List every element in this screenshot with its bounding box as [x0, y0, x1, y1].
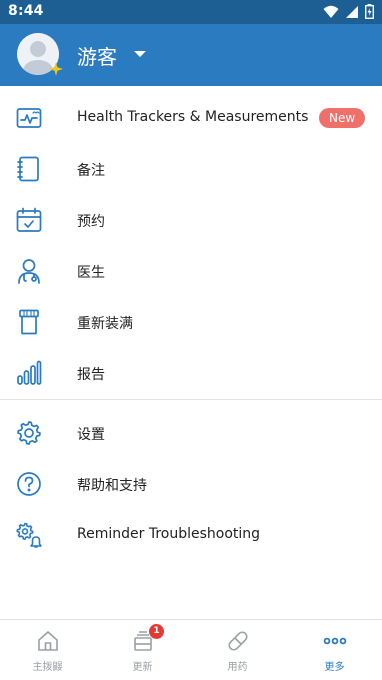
refill-bottle-icon: [19, 309, 39, 335]
doctor-icon: [18, 259, 40, 284]
signal-icon: [346, 5, 358, 18]
menu-item-label: 帮助和支持: [77, 478, 147, 494]
menu-item-label: 医生: [77, 265, 105, 281]
menu-item-notes[interactable]: 备注: [0, 144, 382, 195]
status-bar: 8:44: [0, 0, 382, 24]
help-icon: [17, 472, 41, 496]
profile-name[interactable]: 游客: [77, 41, 117, 70]
menu-item-label: Reminder Troubleshooting: [77, 526, 261, 542]
nav-item-more[interactable]: 更多: [287, 620, 382, 680]
nav-label: 更多: [324, 662, 345, 673]
reminder-gear-icon: [16, 522, 42, 548]
menu-item-reminder-troubleshooting[interactable]: Reminder Troubleshooting: [0, 510, 382, 561]
notes-icon: [17, 156, 39, 182]
menu-item-label: 重新装满: [77, 316, 133, 332]
bar-chart-icon: [17, 360, 42, 385]
menu-item-refill[interactable]: 重新装满: [0, 297, 382, 348]
menu-item-label: 备注: [77, 163, 105, 179]
updates-count-badge: 1: [149, 624, 164, 639]
nav-label: 更新: [132, 662, 153, 673]
pill-icon: [228, 631, 248, 651]
menu-item-appointments[interactable]: 预约: [0, 195, 382, 246]
home-icon: [38, 631, 58, 651]
battery-icon: [365, 4, 374, 19]
nav-item-home[interactable]: 主拨鼹: [0, 620, 95, 680]
nav-label: 主拨鼹: [32, 662, 63, 673]
menu-item-settings[interactable]: 设置: [0, 408, 382, 459]
more-dots-icon: [323, 637, 347, 645]
menu-item-label: Health Trackers & Measurements: [77, 109, 309, 125]
nav-item-updates[interactable]: 1 更新: [95, 620, 190, 680]
wifi-icon: [323, 5, 339, 18]
status-icons: [323, 4, 374, 19]
menu-item-label: 设置: [77, 427, 105, 443]
health-tracker-icon: [16, 108, 42, 128]
nav-item-medications[interactable]: 用药: [190, 620, 285, 680]
menu-item-help[interactable]: 帮助和支持: [0, 459, 382, 510]
menu-item-doctors[interactable]: 医生: [0, 246, 382, 297]
new-badge: New: [319, 108, 366, 128]
nav-label: 用药: [227, 662, 248, 673]
bottom-nav: 主拨鼹 1 更新 用药 更多: [0, 619, 382, 679]
menu-item-label: 预约: [77, 214, 105, 230]
menu-item-health-trackers[interactable]: Health Trackers & Measurements New: [0, 93, 382, 144]
menu-item-label: 报告: [77, 367, 105, 383]
menu-item-reports[interactable]: 报告: [0, 348, 382, 399]
status-time: 8:44: [8, 3, 44, 19]
menu-divider: [0, 399, 382, 400]
app-header: 游客: [0, 24, 382, 86]
calendar-icon: [16, 207, 42, 232]
chevron-down-icon[interactable]: [134, 50, 146, 58]
star-badge-icon: [49, 62, 63, 76]
gear-icon: [17, 421, 41, 445]
